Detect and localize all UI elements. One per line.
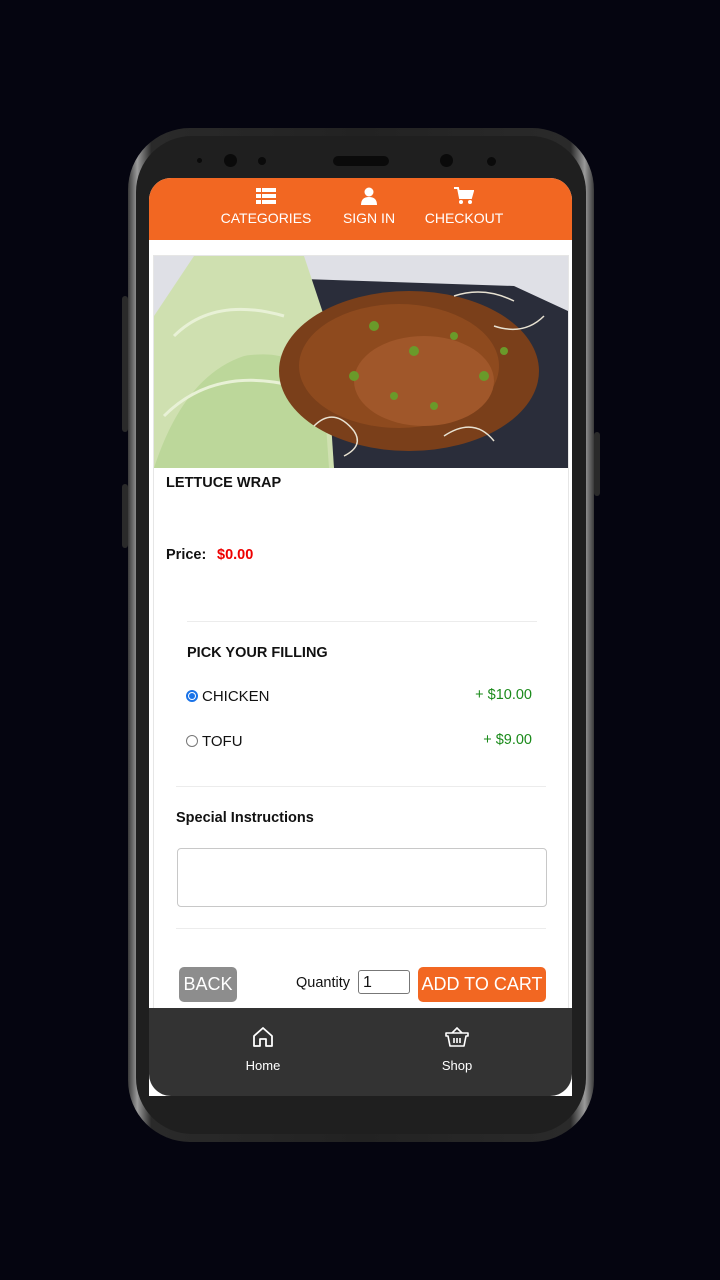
product-title: LETTUCE WRAP: [166, 475, 282, 491]
top-nav: CATEGORIES SIGN IN CHECKOUT: [149, 178, 572, 240]
price-value: $0.00: [217, 547, 254, 563]
option-price-chicken: + $10.00: [475, 687, 532, 703]
basket-icon: [445, 1026, 469, 1047]
option-label: CHICKEN: [202, 688, 270, 705]
radio-tofu[interactable]: [186, 734, 198, 747]
filling-option-chicken[interactable]: CHICKEN: [186, 688, 270, 705]
option-label: TOFU: [202, 733, 243, 750]
nav-sign-in[interactable]: SIGN IN: [337, 186, 401, 226]
list-icon: [256, 188, 276, 204]
iris-led: [487, 157, 496, 166]
home-label: Home: [245, 1058, 281, 1073]
earpiece-speaker: [333, 156, 389, 166]
volume-button: [122, 296, 128, 432]
shop-label: Shop: [441, 1058, 473, 1073]
product-image: [154, 256, 568, 468]
light-sensor: [258, 157, 266, 165]
nav-categories[interactable]: CATEGORIES: [219, 186, 313, 226]
add-to-cart-button[interactable]: ADD TO CART: [418, 967, 546, 1002]
filling-option-tofu[interactable]: TOFU: [186, 733, 243, 750]
option-price-tofu: + $9.00: [483, 732, 532, 748]
proximity-sensor: [197, 158, 202, 163]
user-icon: [361, 187, 377, 205]
app-screen: CATEGORIES SIGN IN CHECKOUT LETTUCE WRAP…: [149, 178, 572, 1096]
bixby-button: [122, 484, 128, 548]
bottom-nav-home[interactable]: Home: [223, 1026, 303, 1073]
nav-checkout[interactable]: CHECKOUT: [423, 186, 505, 226]
bottom-nav-shop[interactable]: Shop: [417, 1026, 497, 1073]
front-camera: [224, 154, 237, 167]
product-content: LETTUCE WRAP Price: $0.00 PICK YOUR FILL…: [149, 240, 572, 1016]
divider: [176, 786, 546, 787]
back-button[interactable]: BACK: [179, 967, 237, 1002]
power-button: [594, 432, 600, 496]
nav-checkout-label: CHECKOUT: [424, 210, 504, 226]
nav-sign-in-label: SIGN IN: [342, 210, 396, 226]
radio-chicken[interactable]: [186, 689, 198, 702]
bottom-nav: Home Shop: [149, 1008, 572, 1096]
quantity-label: Quantity: [296, 975, 350, 991]
filling-title: PICK YOUR FILLING: [187, 645, 328, 661]
cart-icon: [454, 187, 474, 204]
divider: [187, 621, 537, 622]
price-label: Price:: [166, 547, 207, 563]
product-card: LETTUCE WRAP Price: $0.00 PICK YOUR FILL…: [153, 255, 569, 1016]
divider: [176, 928, 546, 929]
instructions-title: Special Instructions: [176, 810, 314, 826]
quantity-input[interactable]: 1: [358, 970, 410, 994]
home-icon: [253, 1027, 273, 1047]
iris-scanner: [440, 154, 453, 167]
special-instructions-input[interactable]: [177, 848, 547, 907]
nav-categories-label: CATEGORIES: [220, 210, 312, 226]
